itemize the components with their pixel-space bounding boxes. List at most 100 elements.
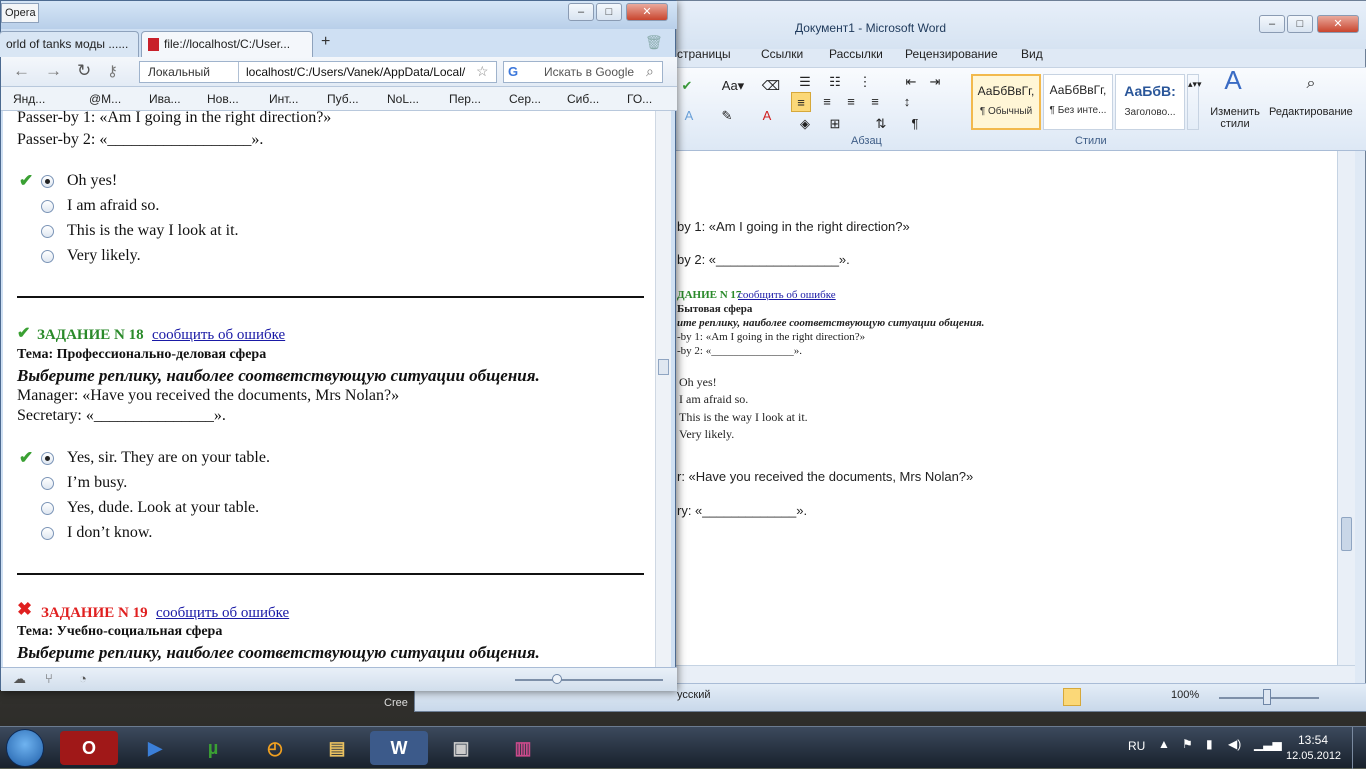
close-button[interactable]: ✕ (626, 3, 668, 21)
show-desktop-button[interactable] (1352, 727, 1366, 769)
bookmark-item[interactable]: Сиб... (567, 92, 599, 106)
scroll-thumb[interactable] (658, 359, 669, 375)
tab-mailings[interactable]: Рассылки (829, 47, 883, 61)
sort-icon[interactable]: ⇅ (871, 114, 891, 134)
align-right-icon[interactable]: ≡ (841, 92, 861, 112)
zoom-slider-thumb[interactable] (552, 674, 562, 684)
report-error-link[interactable]: сообщить об ошибке (156, 605, 289, 622)
scroll-thumb[interactable] (1341, 517, 1352, 551)
text-effect-icon[interactable]: A (679, 106, 699, 126)
folder-icon[interactable]: ▤ (308, 731, 366, 765)
shading-icon[interactable]: ◈ (795, 114, 815, 134)
clock-date[interactable]: 12.05.2012 (1286, 750, 1341, 762)
word-vertical-scrollbar[interactable] (1337, 151, 1355, 665)
search-icon[interactable]: ⌕ (646, 63, 654, 80)
tab-review[interactable]: Рецензирование (905, 47, 998, 61)
volume-icon[interactable]: ◀) (1228, 737, 1241, 751)
utorrent-icon[interactable]: µ (184, 731, 242, 765)
bullets-icon[interactable]: ☰ (795, 72, 815, 92)
align-left-icon[interactable]: ≡ (791, 92, 811, 112)
page-vertical-scrollbar[interactable] (655, 111, 671, 667)
bookmark-item[interactable]: NoL... (387, 92, 419, 106)
bookmark-item[interactable]: Пер... (449, 92, 481, 106)
zoom-slider[interactable] (515, 679, 663, 681)
increase-indent-icon[interactable]: ⇥ (925, 72, 945, 92)
radio-option[interactable] (41, 225, 54, 238)
clear-format-icon[interactable]: ⌫ (761, 76, 781, 96)
align-center-icon[interactable]: ≡ (817, 92, 837, 112)
report-error-link[interactable]: сообщить об ошибке (152, 327, 285, 344)
language-indicator[interactable]: усский (677, 689, 710, 701)
reload-icon[interactable]: ↻ (77, 61, 91, 81)
radio-option[interactable] (41, 452, 54, 465)
tab-local-file[interactable]: file://localhost/C:/User... (141, 31, 313, 57)
opera-menu-button[interactable]: Opera (1, 3, 39, 23)
google-icon[interactable]: G (508, 64, 518, 79)
video-app-icon[interactable]: ▣ (432, 731, 490, 765)
radio-option[interactable] (41, 175, 54, 188)
editing-label[interactable]: Редактирование (1269, 106, 1353, 118)
bookmark-item[interactable]: Пуб... (327, 92, 359, 106)
cloud-icon[interactable]: ☁ (13, 671, 26, 687)
bookmark-item[interactable]: @M... (89, 92, 121, 106)
radio-option[interactable] (41, 200, 54, 213)
flag-icon[interactable]: ⚑ (1182, 737, 1193, 751)
multilevel-icon[interactable]: ⋮ (855, 72, 875, 92)
document-page[interactable]: by 1: «Am I going in the right direction… (675, 151, 1337, 665)
bookmark-item[interactable]: Инт... (269, 92, 298, 106)
bookmark-item[interactable]: Янд... (13, 92, 45, 106)
numbering-icon[interactable]: ☷ (825, 72, 845, 92)
back-icon[interactable]: ← (13, 61, 30, 81)
radio-option[interactable] (41, 527, 54, 540)
font-color-icon[interactable]: A (757, 106, 777, 126)
radio-option[interactable] (41, 477, 54, 490)
borders-icon[interactable]: ⊞ (825, 114, 845, 134)
language-indicator[interactable]: RU (1128, 739, 1145, 753)
opera-taskbar-icon[interactable]: O (60, 731, 118, 765)
maximize-button[interactable]: □ (1287, 15, 1313, 33)
tab-world-of-tanks[interactable]: orld of tanks моды ...... (0, 31, 139, 57)
address-bar[interactable]: Локальный localhost/C:/Users/Vanek/AppDa… (139, 61, 497, 83)
check-icon[interactable]: ✔ (677, 76, 697, 96)
media-player-icon[interactable]: ▶ (126, 731, 184, 765)
archiver-icon[interactable]: ▥ (494, 731, 552, 765)
clock-app-icon[interactable]: ◴ (246, 731, 304, 765)
word-taskbar-icon[interactable]: W (370, 731, 428, 765)
style-no-spacing[interactable]: АаБбВвГг, ¶ Без инте... (1043, 74, 1113, 130)
radio-option[interactable] (41, 502, 54, 515)
highlight-icon[interactable]: ✎ (717, 106, 737, 126)
clock-time[interactable]: 13:54 (1298, 733, 1328, 747)
change-styles-icon[interactable]: A (1217, 67, 1249, 102)
word-horizontal-scrollbar[interactable] (675, 665, 1355, 683)
print-layout-icon[interactable] (1063, 688, 1081, 706)
tab-view[interactable]: Вид (1021, 47, 1043, 61)
tray-expand-icon[interactable]: ▲ (1158, 737, 1170, 751)
battery-icon[interactable]: ▮ (1206, 737, 1213, 751)
forward-icon[interactable]: → (45, 61, 62, 81)
key-icon[interactable]: ⚷ (107, 62, 118, 80)
search-field[interactable]: G Искать в Google ⌕ (503, 61, 663, 83)
decrease-indent-icon[interactable]: ⇤ (901, 72, 921, 92)
tab-page-layout[interactable]: страницы (677, 47, 731, 61)
styles-scroll-icon[interactable]: ▴▾▾ (1187, 74, 1202, 130)
bookmark-item[interactable]: Сер... (509, 92, 541, 106)
change-case-icon[interactable]: Aa▾ (719, 76, 747, 96)
speed-dial-icon[interactable]: ◔ (79, 671, 87, 686)
address-text[interactable]: localhost/C:/Users/Vanek/AppData/Local/ (246, 65, 465, 79)
share-icon[interactable]: ⑂ (45, 671, 53, 686)
radio-option[interactable] (41, 250, 54, 263)
binoculars-icon[interactable]: ⌕ (1301, 74, 1321, 94)
bookmark-item[interactable]: Нов... (207, 92, 239, 106)
style-heading[interactable]: АаБбВ: Заголово... (1115, 74, 1185, 130)
close-button[interactable]: ✕ (1317, 15, 1359, 33)
bookmark-item[interactable]: ГО... (627, 92, 652, 106)
start-button[interactable] (6, 729, 44, 767)
zoom-level[interactable]: 100% (1171, 689, 1199, 701)
style-normal[interactable]: АаБбВвГг, ¶ Обычный (971, 74, 1041, 130)
zoom-slider-thumb[interactable] (1263, 689, 1271, 705)
network-icon[interactable]: ▁▃▅ (1254, 737, 1282, 751)
line-spacing-icon[interactable]: ↕ (897, 92, 917, 112)
pilcrow-icon[interactable]: ¶ (905, 114, 925, 134)
minimize-button[interactable]: – (1259, 15, 1285, 33)
trash-icon[interactable]: 🗑 (645, 34, 663, 51)
